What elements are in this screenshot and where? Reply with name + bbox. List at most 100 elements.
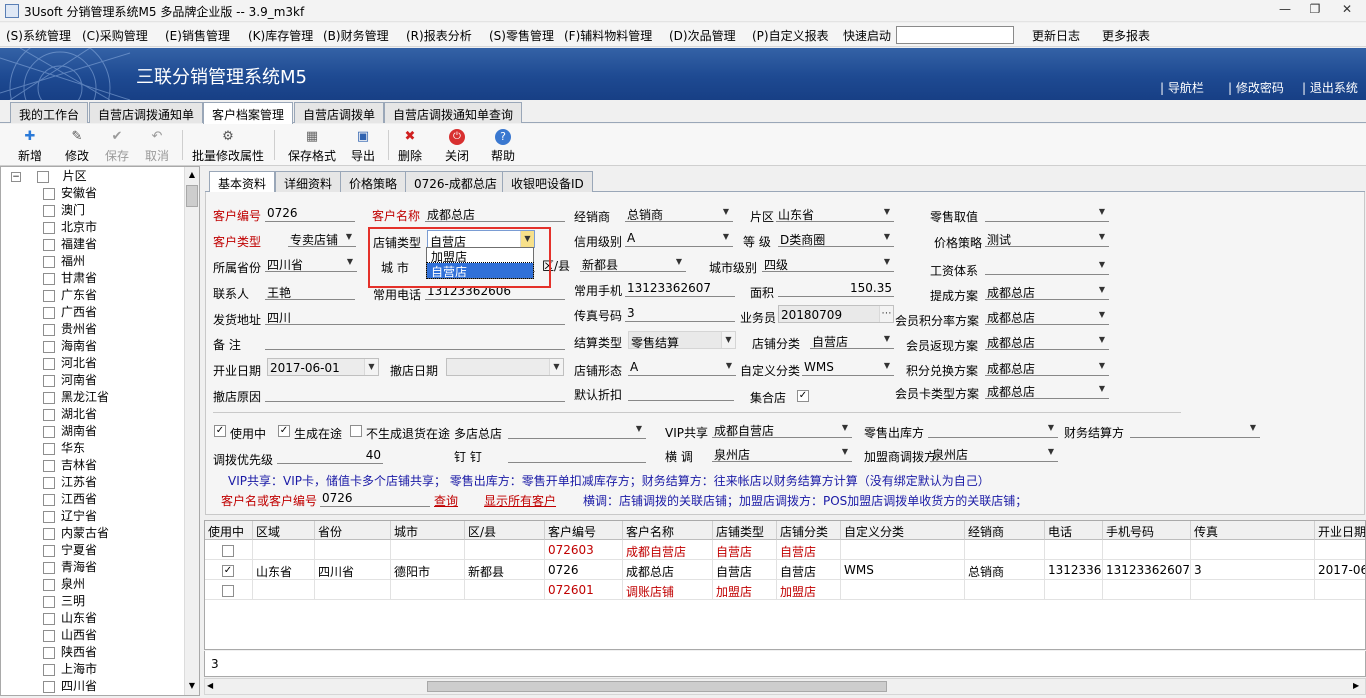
- search-input[interactable]: 0726: [320, 489, 430, 507]
- member-points-select[interactable]: 成都总店 ▼: [985, 307, 1109, 325]
- column-header[interactable]: 省份: [315, 521, 391, 540]
- tree-item-checkbox[interactable]: [43, 272, 55, 285]
- price-policy-select[interactable]: 测试 ▼: [985, 229, 1109, 247]
- tree-item-checkbox[interactable]: [43, 374, 55, 387]
- add-button[interactable]: ✚ 新增: [8, 127, 52, 164]
- tab-transfer-order[interactable]: 自营店调拨单: [294, 102, 385, 123]
- no-return-checkbox[interactable]: [350, 425, 362, 437]
- change-password-link[interactable]: | 修改密码: [1228, 79, 1284, 96]
- menu-sales[interactable]: (E)销售管理: [165, 27, 230, 44]
- tab-transfer-notice-query[interactable]: 自营店调拨通知单查询: [384, 102, 523, 123]
- column-header[interactable]: 电话: [1045, 521, 1103, 540]
- column-header[interactable]: 传真: [1191, 521, 1315, 540]
- in-use-cell[interactable]: ✓: [205, 560, 253, 580]
- tree-item-checkbox[interactable]: [43, 629, 55, 642]
- district-select[interactable]: 新都县 ▼: [580, 254, 686, 272]
- tree-item[interactable]: 上海市: [43, 660, 97, 677]
- in-use-checkbox[interactable]: ✓: [214, 425, 226, 437]
- custom-category-select[interactable]: WMS ▼: [802, 358, 894, 376]
- tree-item-checkbox[interactable]: [43, 578, 55, 591]
- tree-item[interactable]: 福建省: [43, 235, 97, 252]
- tree-item[interactable]: 三明: [43, 592, 85, 609]
- dingtalk-field[interactable]: [508, 445, 646, 463]
- column-header[interactable]: 客户名称: [623, 521, 713, 540]
- menu-retail[interactable]: (S)零售管理: [489, 27, 554, 44]
- tree-item-checkbox[interactable]: [43, 306, 55, 319]
- tree-item-checkbox[interactable]: [43, 391, 55, 404]
- dealer-select[interactable]: 总销商 ▼: [625, 204, 733, 222]
- menu-update-log[interactable]: 更新日志: [1032, 27, 1080, 44]
- finance-select[interactable]: ▼: [1130, 420, 1260, 438]
- tree-item[interactable]: 山东省: [43, 609, 97, 626]
- cross-transfer-select[interactable]: 泉州店 ▼: [712, 444, 852, 462]
- tree-item[interactable]: 山西省: [43, 626, 97, 643]
- tree-item[interactable]: 湖南省: [43, 422, 97, 439]
- batch-edit-button[interactable]: ⚙ 批量修改属性: [190, 127, 266, 164]
- tree-item-checkbox[interactable]: [43, 408, 55, 421]
- tree-item[interactable]: 辽宁省: [43, 507, 97, 524]
- column-header[interactable]: 区域: [253, 521, 315, 540]
- tree-item[interactable]: 北京市: [43, 218, 97, 235]
- tree-item-checkbox[interactable]: [43, 476, 55, 489]
- remark-field[interactable]: [265, 332, 565, 350]
- column-header[interactable]: 店铺分类: [777, 521, 841, 540]
- tree-item[interactable]: 华东: [43, 439, 85, 456]
- collect-store-checkbox[interactable]: ✓: [797, 390, 809, 402]
- menu-reports[interactable]: (R)报表分析: [406, 27, 472, 44]
- member-card-select[interactable]: 成都总店 ▼: [985, 381, 1109, 399]
- tree-item[interactable]: 江苏省: [43, 473, 97, 490]
- multi-store-select[interactable]: ▼: [508, 421, 646, 439]
- column-header[interactable]: 开业日期: [1315, 521, 1365, 540]
- close-window-button[interactable]: ✕: [1334, 2, 1360, 20]
- delete-button[interactable]: ✖ 删除: [388, 127, 432, 164]
- column-header[interactable]: 店铺类型: [713, 521, 777, 540]
- tree-item[interactable]: 贵州省: [43, 320, 97, 337]
- tab-transfer-notice[interactable]: 自营店调拨通知单: [89, 102, 204, 123]
- tree-item-checkbox[interactable]: [43, 595, 55, 608]
- tree-item-checkbox[interactable]: [43, 646, 55, 659]
- tree-item-checkbox[interactable]: [43, 459, 55, 472]
- column-header[interactable]: 经销商: [965, 521, 1045, 540]
- menu-system[interactable]: (S)系统管理: [6, 27, 71, 44]
- points-exchange-select[interactable]: 成都总店 ▼: [985, 358, 1109, 376]
- tab-price-policy[interactable]: 价格策略: [340, 171, 407, 192]
- menu-inventory[interactable]: (K)库存管理: [248, 27, 313, 44]
- query-link[interactable]: 查询: [434, 492, 458, 509]
- tree-item[interactable]: 黑龙江省: [43, 388, 109, 405]
- help-button[interactable]: ? 帮助: [481, 127, 525, 164]
- settle-type-select[interactable]: 零售结算 ▼: [628, 331, 736, 349]
- ship-address-field[interactable]: 四川: [265, 307, 565, 325]
- menu-finance[interactable]: (B)财务管理: [323, 27, 389, 44]
- contact-field[interactable]: 王艳: [265, 282, 355, 300]
- in-use-cell[interactable]: [205, 540, 253, 560]
- tab-detail-info[interactable]: 详细资料: [275, 171, 342, 192]
- edit-button[interactable]: ✎ 修改: [55, 127, 99, 164]
- tree-item-checkbox[interactable]: [43, 357, 55, 370]
- column-header[interactable]: 使用中: [205, 521, 253, 540]
- customer-code-field[interactable]: 0726: [265, 204, 355, 222]
- menu-purchase[interactable]: (C)采购管理: [82, 27, 148, 44]
- tree-item-checkbox[interactable]: [43, 255, 55, 268]
- salary-select[interactable]: ▼: [985, 257, 1109, 275]
- close-button[interactable]: ⏻ 关闭: [435, 127, 479, 164]
- tree-item-checkbox[interactable]: [43, 561, 55, 574]
- close-date-picker[interactable]: ▼: [446, 358, 564, 376]
- area-select[interactable]: 山东省 ▼: [776, 204, 894, 222]
- tree-item-checkbox[interactable]: [43, 289, 55, 302]
- transfer-priority-field[interactable]: 40: [277, 446, 383, 464]
- menu-more-reports[interactable]: 更多报表: [1102, 27, 1150, 44]
- tree-item-checkbox[interactable]: [43, 187, 55, 200]
- area-size-field[interactable]: 150.35: [778, 279, 894, 297]
- tree-item[interactable]: 四川省: [43, 677, 97, 694]
- franchise-transfer-select[interactable]: 泉州店 ▼: [930, 444, 1058, 462]
- commission-select[interactable]: 成都总店 ▼: [985, 282, 1109, 300]
- tree-scrollbar[interactable]: ▲ ▼: [184, 167, 199, 695]
- save-button[interactable]: ✔ 保存: [95, 127, 139, 164]
- tree-item-checkbox[interactable]: [43, 527, 55, 540]
- province-select[interactable]: 四川省 ▼: [265, 254, 357, 272]
- tab-store-0726[interactable]: 0726-成都总店: [405, 171, 506, 192]
- tab-pos-device[interactable]: 收银吧设备ID: [502, 171, 593, 192]
- tree-item[interactable]: 安徽省: [43, 184, 97, 201]
- export-button[interactable]: ▣ 导出: [341, 127, 385, 164]
- tree-item[interactable]: 海南省: [43, 337, 97, 354]
